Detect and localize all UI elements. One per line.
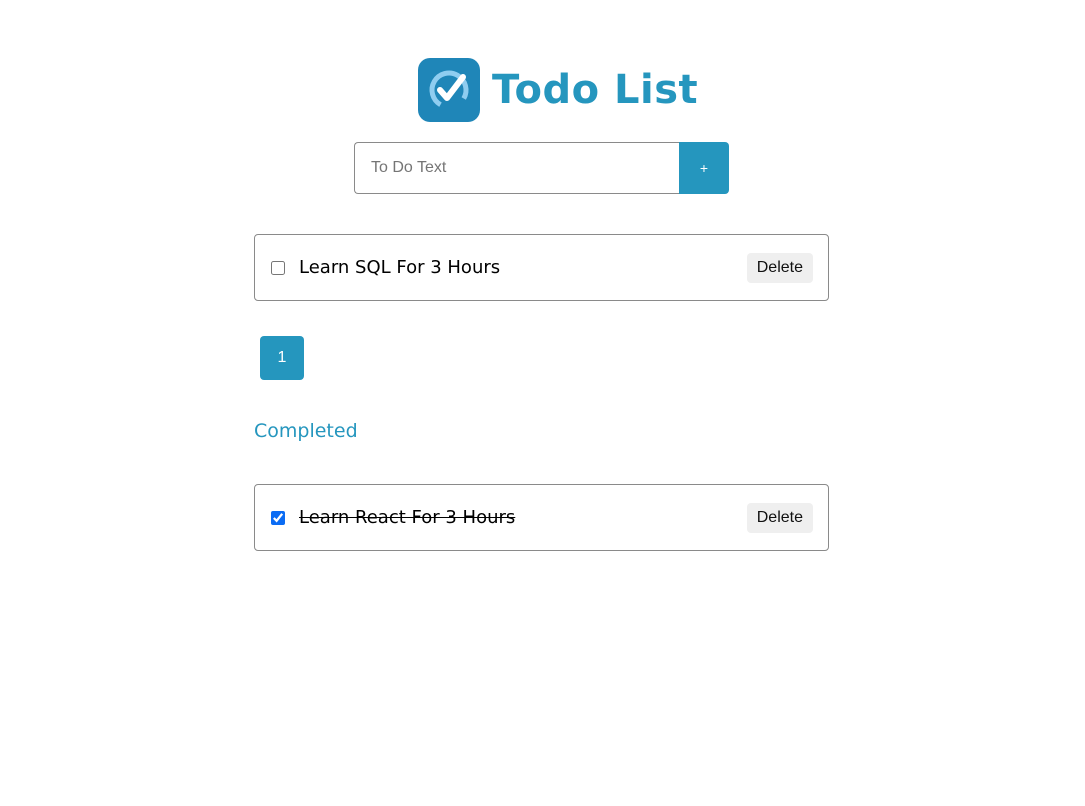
delete-button[interactable]: Delete (746, 252, 813, 283)
todo-checkbox[interactable] (271, 510, 285, 525)
todo-checkbox[interactable] (271, 260, 285, 275)
completed-todo-item: Learn React For 3 Hours Delete (254, 484, 829, 551)
check-circle-icon (418, 58, 480, 122)
add-todo-form: + (354, 142, 729, 194)
todo-text: Learn SQL For 3 Hours (299, 257, 501, 278)
todo-item: Learn SQL For 3 Hours Delete (254, 234, 829, 301)
app-header: Todo List (418, 58, 698, 122)
page-title: Todo List (492, 67, 699, 113)
todo-text-input[interactable] (354, 142, 679, 194)
pagination-page-button[interactable]: 1 (260, 336, 304, 380)
add-todo-button[interactable]: + (679, 142, 729, 194)
completed-heading: Completed (254, 420, 358, 442)
todo-text: Learn React For 3 Hours (299, 507, 516, 528)
todo-app: Todo List + Learn SQL For 3 Hours Delete… (0, 0, 1085, 806)
delete-button[interactable]: Delete (746, 502, 813, 533)
